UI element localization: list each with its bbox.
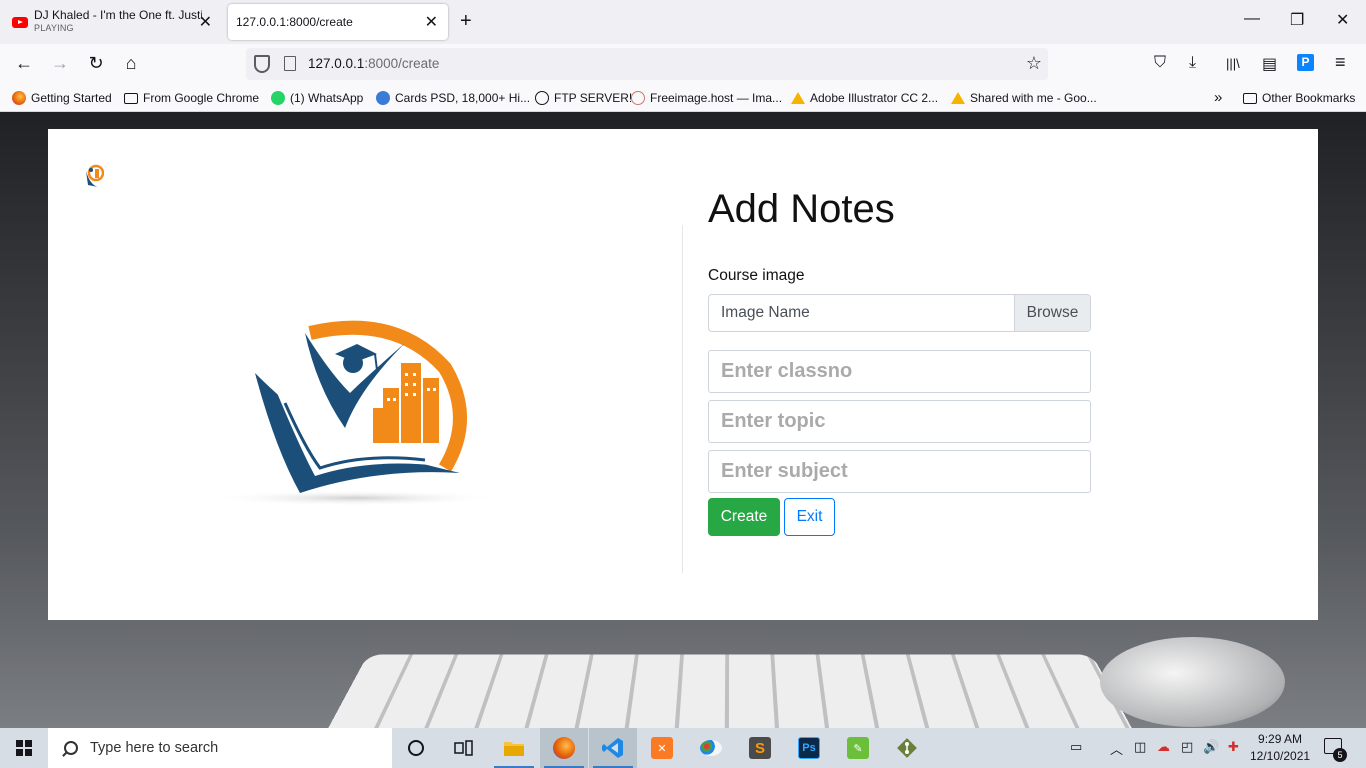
- bookmark-item[interactable]: Shared with me - Goo...: [951, 91, 1097, 105]
- classno-input[interactable]: [708, 350, 1091, 393]
- tab-title: 127.0.0.1:8000/create: [236, 15, 353, 29]
- freeimage-icon: [631, 91, 645, 105]
- firefox-icon: [12, 91, 26, 105]
- file-explorer-icon[interactable]: [490, 728, 538, 768]
- page-icon[interactable]: [284, 56, 296, 71]
- vscode-icon[interactable]: [589, 728, 637, 768]
- tab-audio-status: PLAYING: [34, 23, 74, 33]
- clock-time: 9:29 AM: [1258, 732, 1303, 746]
- sublime-icon[interactable]: S: [736, 728, 784, 768]
- mouse-photo: [1100, 637, 1285, 727]
- taskbar-search[interactable]: Type here to search: [48, 728, 392, 768]
- library-icon[interactable]: |||\: [1226, 56, 1240, 71]
- sidebar-icon[interactable]: ▤: [1262, 54, 1277, 74]
- bookmarks-toolbar: Getting Started From Google Chrome (1) W…: [0, 86, 1366, 112]
- url-text[interactable]: 127.0.0.1:8000/create: [308, 56, 439, 71]
- taskbar: Type here to search ✕ S Ps ✎ ▭ ︿ ◫ ☁ ◰ 🔊…: [0, 728, 1366, 768]
- windows-icon: [16, 740, 32, 756]
- home-button[interactable]: ⌂: [119, 53, 143, 74]
- search-icon: [64, 741, 78, 755]
- bookmarks-overflow-icon[interactable]: »: [1214, 89, 1222, 106]
- maximize-button[interactable]: ❐: [1290, 10, 1304, 30]
- download-icon[interactable]: ⤓: [1189, 54, 1196, 72]
- git-icon[interactable]: [883, 728, 931, 768]
- bookmark-item[interactable]: Cards PSD, 18,000+ Hi...: [376, 91, 530, 105]
- tab-youtube[interactable]: DJ Khaled - I'm the One ft. Justin PLAYI…: [0, 4, 222, 40]
- reload-button[interactable]: ↻: [84, 53, 108, 74]
- photoshop-icon[interactable]: Ps: [785, 728, 833, 768]
- search-placeholder: Type here to search: [90, 740, 219, 756]
- keyboard-layout-icon[interactable]: ▭: [1070, 739, 1082, 755]
- close-icon[interactable]: ✕: [425, 12, 438, 32]
- bookmark-item[interactable]: Adobe Illustrator CC 2...: [791, 91, 938, 105]
- forward-button[interactable]: →: [48, 53, 72, 74]
- browse-button[interactable]: Browse: [1014, 295, 1090, 331]
- create-button[interactable]: Create: [708, 498, 780, 536]
- shield-icon[interactable]: [254, 55, 270, 73]
- bookmark-star-icon[interactable]: ☆: [1026, 53, 1042, 74]
- minimize-button[interactable]: —: [1244, 10, 1260, 28]
- column-divider: [682, 225, 683, 573]
- drive-icon: [791, 92, 805, 104]
- globe-icon: [535, 91, 549, 105]
- subject-input[interactable]: [708, 450, 1091, 493]
- course-image-label: Course image: [708, 267, 805, 284]
- start-button[interactable]: [0, 728, 48, 768]
- exit-button[interactable]: Exit: [784, 498, 835, 536]
- url-bar[interactable]: 127.0.0.1:8000/create ☆: [246, 48, 1048, 80]
- page-title: Add Notes: [708, 187, 895, 231]
- task-view-icon[interactable]: [440, 728, 488, 768]
- paint-icon[interactable]: [687, 728, 735, 768]
- course-image-file-input[interactable]: Image Name Browse: [708, 294, 1091, 332]
- notification-count-badge: 5: [1333, 748, 1347, 762]
- new-tab-button[interactable]: +: [460, 10, 472, 33]
- tab-strip: DJ Khaled - I'm the One ft. Justin PLAYI…: [0, 0, 1366, 44]
- freepik-icon: [376, 91, 390, 105]
- close-window-button[interactable]: ✕: [1336, 10, 1349, 30]
- back-button[interactable]: ←: [12, 53, 36, 74]
- keyboard-photo: [319, 654, 1141, 728]
- onedrive-error-icon[interactable]: ☁: [1157, 739, 1170, 755]
- youtube-icon: [12, 16, 28, 28]
- drive-icon: [951, 92, 965, 104]
- extension-icon[interactable]: P: [1297, 54, 1314, 71]
- bookmark-item[interactable]: Freeimage.host — Ima...: [631, 91, 782, 105]
- education-logo-icon: [210, 320, 500, 506]
- topic-input[interactable]: [708, 400, 1091, 443]
- pocket-icon[interactable]: ⛉: [1154, 54, 1166, 72]
- bookmark-item[interactable]: (1) WhatsApp: [271, 91, 363, 105]
- bookmark-item[interactable]: FTP SERVER!: [535, 91, 632, 105]
- tab-title: DJ Khaled - I'm the One ft. Justin: [34, 9, 202, 22]
- xampp-icon[interactable]: ✕: [638, 728, 686, 768]
- tab-create[interactable]: 127.0.0.1:8000/create ✕: [228, 4, 448, 40]
- close-icon[interactable]: ✕: [199, 12, 212, 32]
- bookmark-folder[interactable]: From Google Chrome: [124, 91, 259, 105]
- folder-icon: [124, 92, 138, 104]
- show-hidden-icons-icon[interactable]: ︿: [1110, 739, 1123, 758]
- bookmark-item[interactable]: Getting Started: [12, 91, 112, 105]
- notepad-icon[interactable]: ✎: [834, 728, 882, 768]
- whatsapp-icon: [271, 91, 285, 105]
- navigation-toolbar: ← → ↻ ⌂ 127.0.0.1:8000/create ☆ ⛉ ⤓ |||\…: [0, 44, 1366, 86]
- menu-icon[interactable]: ≡: [1335, 52, 1346, 73]
- volume-icon[interactable]: 🔊: [1203, 739, 1219, 755]
- cortana-icon[interactable]: [392, 728, 440, 768]
- folder-icon: [1243, 92, 1257, 104]
- meet-now-icon[interactable]: ◫: [1134, 739, 1146, 755]
- file-name-text[interactable]: Image Name: [709, 304, 1014, 322]
- site-logo-icon[interactable]: [82, 163, 104, 189]
- system-clock[interactable]: 9:29 AM 12/10/2021: [1250, 731, 1310, 765]
- clock-date: 12/10/2021: [1250, 749, 1311, 763]
- firefox-icon[interactable]: [540, 728, 588, 768]
- gift-icon[interactable]: ✚: [1228, 739, 1239, 755]
- other-bookmarks[interactable]: Other Bookmarks: [1243, 91, 1355, 105]
- network-icon[interactable]: ◰: [1181, 739, 1193, 755]
